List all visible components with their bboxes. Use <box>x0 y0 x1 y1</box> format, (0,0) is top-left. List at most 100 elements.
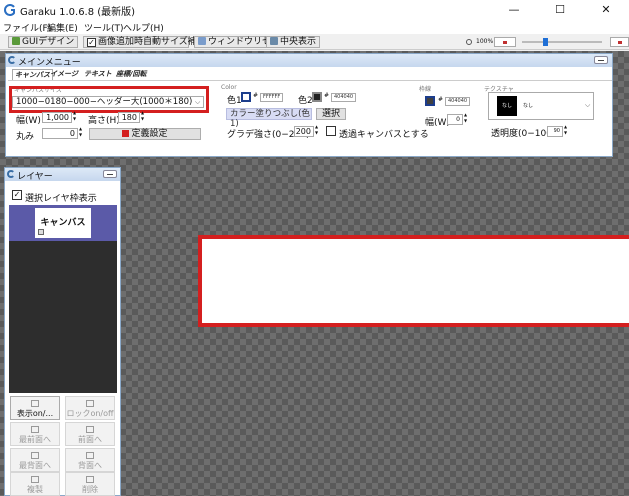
gradient-stepper[interactable] <box>315 124 321 137</box>
border-hex[interactable]: 404040 <box>445 97 471 106</box>
menu-file[interactable]: ファイル(F) <box>3 21 51 34</box>
toggle-visibility-label: 表示on/... <box>16 409 54 418</box>
color2-label: 色2 <box>298 96 313 106</box>
main-menu-panel: メインメニュー キャンバス イメージ テキスト 座標/回転 キャンバスサイズ 1… <box>5 53 613 157</box>
transparent-checkbox[interactable] <box>326 126 336 136</box>
toggle-visibility-button[interactable]: 表示on/... <box>10 396 60 420</box>
color1-hash: # <box>253 92 259 99</box>
color2-swatch[interactable] <box>312 92 322 102</box>
back-icon <box>31 452 39 459</box>
color2-hex[interactable]: 404040 <box>331 93 357 102</box>
zoom-in-button[interactable] <box>610 37 629 47</box>
canvas-sheet-highlighted[interactable] <box>198 235 629 327</box>
lock-icon <box>86 400 94 407</box>
bring-forward-button[interactable]: 前面へ <box>65 422 115 446</box>
main-menu-minimize-button[interactable] <box>594 56 608 64</box>
transparent-label: 透過キャンバスとする <box>339 130 429 140</box>
gui-design-button[interactable]: GUIデザイン <box>8 36 79 48</box>
close-button[interactable]: ✕ <box>583 0 629 20</box>
center-view-button[interactable]: 中央表示 <box>266 36 321 48</box>
duplicate-label: 複製 <box>27 485 43 494</box>
color1-swatch[interactable] <box>241 92 251 102</box>
color-group-label: Color <box>221 84 237 91</box>
menu-bar: ファイル(F) 編集(E) ツール(T) ヘルプ(H) <box>0 20 629 34</box>
zoom-icon <box>466 39 472 45</box>
center-view-label: 中央表示 <box>280 37 317 47</box>
texture-select[interactable]: なし なし ⌵ <box>488 92 594 120</box>
fixed-settings-button[interactable]: 定義設定 <box>89 128 201 140</box>
zoom-slider-thumb[interactable] <box>543 38 548 46</box>
main-menu-titlebar[interactable]: メインメニュー <box>6 54 612 68</box>
auto-resize-checkbox[interactable]: ✓ 画像追加時自動サイズ補正 <box>83 36 206 48</box>
bring-to-front-button[interactable]: 最前面へ <box>10 422 60 446</box>
zoom-slider-track[interactable] <box>522 41 602 43</box>
window-icon <box>198 37 206 45</box>
color1-hex[interactable]: FFFFFF <box>260 93 284 102</box>
forward-icon <box>86 426 94 433</box>
menu-help[interactable]: ヘルプ(H) <box>123 21 164 34</box>
show-frame-checkbox[interactable]: ✓ <box>12 190 22 200</box>
app-logo-icon <box>8 56 16 64</box>
layer-panel-title: レイヤー <box>17 172 53 182</box>
tab-coordinates[interactable]: 座標/回転 <box>116 69 147 80</box>
border-hash: # <box>438 96 444 103</box>
select-fill-button[interactable]: 選択 <box>316 108 346 120</box>
layer-list[interactable]: キャンバス <box>9 205 117 393</box>
height-stepper[interactable] <box>141 110 147 123</box>
send-backward-button[interactable]: 背面へ <box>65 448 115 472</box>
opacity-stepper[interactable] <box>564 124 570 137</box>
layer-panel-titlebar[interactable]: レイヤー <box>5 168 120 182</box>
height-label: 高さ(H) <box>88 116 120 126</box>
opacity-field[interactable]: 90 <box>547 126 563 137</box>
layer-item-canvas[interactable]: キャンバス <box>9 205 117 241</box>
width-field[interactable]: 1,000 <box>42 112 72 123</box>
border-group-label: 枠線 <box>419 86 432 93</box>
title-bar: Garaku 1.0.6.8 (最新版) — ☐ ✕ <box>0 0 629 20</box>
round-field[interactable]: 0 <box>42 128 78 139</box>
toggle-lock-button[interactable]: ロックon/off <box>65 396 115 420</box>
border-width-stepper[interactable] <box>464 112 470 125</box>
show-frame-label: 選択レイヤ枠表示 <box>25 194 97 204</box>
color2-hash: # <box>324 92 330 99</box>
opacity-label: 透明度(0−100) <box>491 129 556 139</box>
front-icon <box>31 426 39 433</box>
zoom-in-icon <box>618 41 622 44</box>
layer-panel: レイヤー ✓ 選択レイヤ枠表示 キャンバス 表示on/... ロックon/off… <box>4 167 121 496</box>
delete-button[interactable]: 削除 <box>65 472 115 496</box>
gui-design-label: GUIデザイン <box>22 37 75 47</box>
app-logo-icon <box>4 4 15 16</box>
layer-panel-minimize-button[interactable] <box>103 170 117 178</box>
trash-icon <box>86 476 94 483</box>
duplicate-icon <box>31 476 39 483</box>
delete-label: 削除 <box>82 485 98 494</box>
send-to-back-label: 最背面へ <box>19 461 51 470</box>
maximize-button[interactable]: ☐ <box>537 0 583 20</box>
height-field[interactable]: 180 <box>118 112 140 123</box>
fixed-settings-label: 定義設定 <box>131 129 168 139</box>
menu-tools[interactable]: ツール(T) <box>84 21 124 34</box>
duplicate-button[interactable]: 複製 <box>10 472 60 496</box>
border-color-swatch[interactable] <box>425 96 435 106</box>
round-stepper[interactable] <box>79 126 85 139</box>
fill-mode-field[interactable]: カラー塗りつぶし(色1) <box>226 108 312 129</box>
tab-image[interactable]: イメージ <box>50 69 78 80</box>
texture-name: なし <box>523 103 534 109</box>
menu-edit[interactable]: 編集(E) <box>47 21 78 34</box>
zoom-out-button[interactable] <box>494 37 516 47</box>
bring-to-front-label: 最前面へ <box>19 435 51 444</box>
send-to-back-button[interactable]: 最背面へ <box>10 448 60 472</box>
border-width-field[interactable]: 0 <box>447 114 463 125</box>
layer-type-icon <box>38 229 44 235</box>
gradient-field[interactable]: 200 <box>294 126 314 137</box>
width-stepper[interactable] <box>73 110 79 123</box>
minimize-button[interactable]: — <box>491 0 537 20</box>
zoom-out-icon <box>503 41 507 44</box>
tab-text[interactable]: テキスト <box>84 69 112 80</box>
settings-icon <box>122 130 130 137</box>
toolbar: GUIデザイン ✓ 画像追加時自動サイズ補正 ウィンドウリセット 中央表示 100… <box>0 34 629 50</box>
bring-forward-label: 前面へ <box>78 435 102 444</box>
tab-canvas[interactable]: キャンバス <box>12 69 53 80</box>
round-label: 丸み <box>16 132 35 142</box>
checkmark-icon: ✓ <box>87 38 96 47</box>
width-label: 幅(W) <box>16 116 41 126</box>
